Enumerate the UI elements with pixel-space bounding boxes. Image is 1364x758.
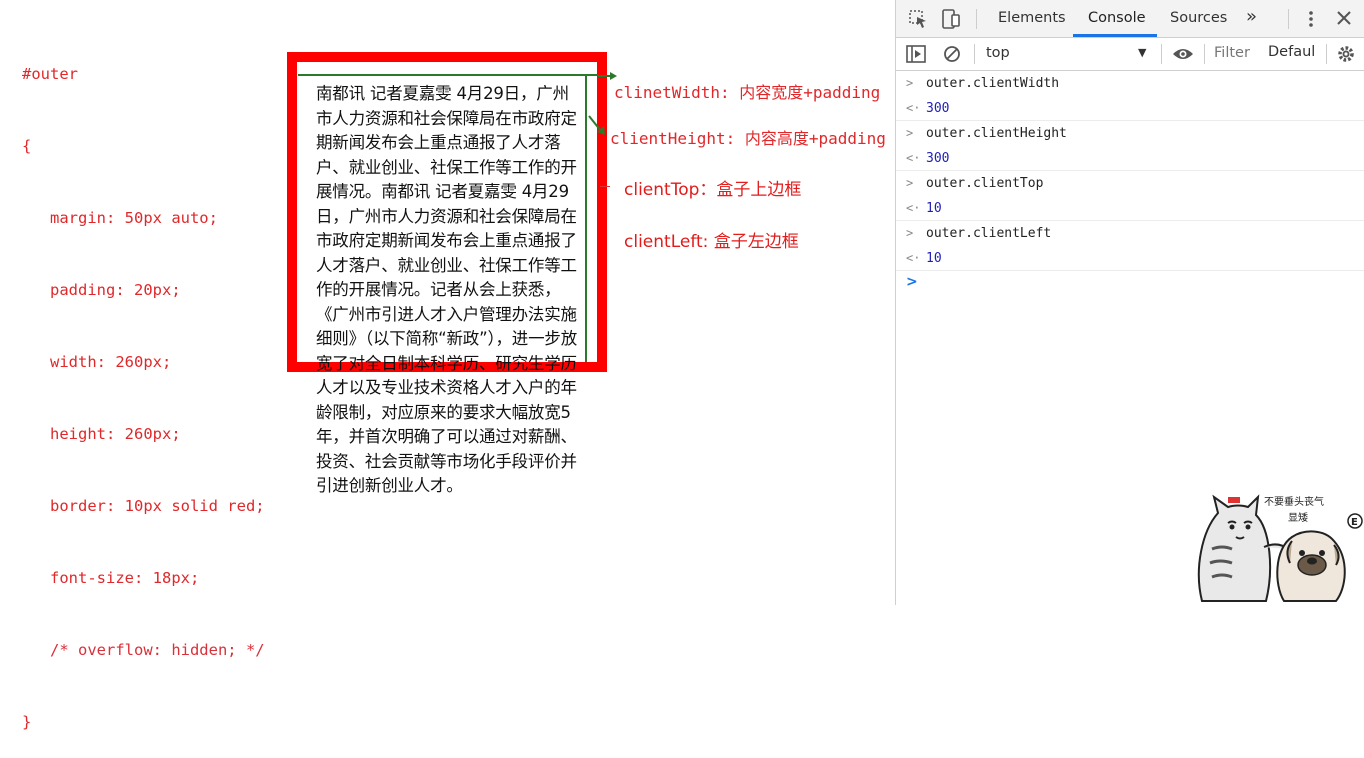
console-input-row: > outer.clientWidth [896, 71, 1364, 96]
toolbar-separator [974, 44, 975, 64]
css-rule-padding: padding: 20px; [50, 281, 181, 299]
tab-elements[interactable]: Elements [998, 10, 1066, 26]
active-tab-indicator [1073, 34, 1157, 37]
context-value: top [986, 45, 1010, 61]
result-arrow-icon: <· [906, 251, 921, 265]
settings-gear-icon[interactable] [1337, 45, 1355, 63]
input-chevron-icon: > [906, 176, 914, 190]
live-expression-eye-icon[interactable] [1172, 46, 1194, 62]
note-client-top: clientTop：盒子上边框 [624, 180, 802, 200]
device-toolbar-icon[interactable] [940, 8, 962, 30]
css-rule-border: border: 10px solid red; [50, 497, 265, 515]
note-client-width: clinetWidth: 内容宽度+padding [614, 83, 881, 102]
close-icon[interactable] [1336, 10, 1352, 26]
note-client-left: clientLeft: 盒子左边框 [624, 232, 799, 252]
note-client-height: clientHeight: 内容高度+padding [610, 129, 886, 148]
console-input-row: > outer.clientLeft [896, 221, 1364, 246]
result-arrow-icon: <· [906, 151, 921, 165]
show-sidebar-icon[interactable] [906, 45, 926, 63]
console-prompt-input[interactable]: > [896, 271, 1364, 296]
console-input-text: outer.clientWidth [926, 76, 1060, 91]
chevron-down-icon: ▼ [1138, 46, 1147, 59]
cat-dog-sticker-image: E 不要垂头丧气 显矮 [1188, 489, 1364, 605]
console-result-row: <· 10 [896, 246, 1364, 271]
css-selector: #outer [22, 65, 78, 83]
console-result-text: 10 [926, 251, 942, 266]
sticker-caption-2: 显矮 [1288, 513, 1308, 524]
client-height-arrow-icon [588, 115, 605, 135]
sticker-caption-1: 不要垂头丧气 [1264, 497, 1324, 508]
context-selector[interactable]: top ▼ [986, 45, 1146, 65]
kebab-menu-icon[interactable] [1304, 9, 1318, 29]
console-result-row: <· 300 [896, 96, 1364, 121]
input-chevron-icon: > [906, 76, 914, 90]
input-chevron-icon: > [906, 126, 914, 140]
client-top-tick [600, 186, 610, 187]
css-close-brace: } [22, 713, 32, 731]
console-input-text: outer.clientTop [926, 176, 1044, 191]
input-chevron-icon: > [906, 226, 914, 240]
console-input-text: outer.clientHeight [926, 126, 1067, 141]
clear-console-icon[interactable] [943, 45, 961, 63]
client-width-guide-line [298, 74, 598, 76]
outer-article-text: 南都讯 记者夏嘉雯 4月29日，广州市人力资源和社会保障局在市政府定期新闻发布会… [316, 84, 577, 495]
prompt-chevron-icon: > [906, 274, 918, 290]
css-rule-height: height: 260px; [50, 425, 181, 443]
console-toolbar: top ▼ Filter Defaul [896, 38, 1364, 71]
client-height-guide-line [585, 74, 587, 362]
svg-text:E: E [1351, 517, 1358, 528]
toolbar-separator [1161, 44, 1162, 64]
console-result-text: 300 [926, 151, 950, 166]
css-rule-font-size: font-size: 18px; [50, 569, 200, 587]
console-input-text: outer.clientLeft [926, 226, 1052, 241]
toolbar-separator [1204, 44, 1205, 64]
css-rule-width: width: 260px; [50, 353, 172, 371]
log-levels-dropdown[interactable]: Defaul [1268, 44, 1315, 60]
inspect-element-icon[interactable] [908, 9, 928, 29]
tab-separator [1288, 9, 1289, 29]
tab-sources[interactable]: Sources [1170, 10, 1227, 26]
tab-console[interactable]: Console [1088, 10, 1146, 26]
devtools-tab-bar: Elements Console Sources » [896, 0, 1364, 38]
console-output: > outer.clientWidth <· 300 > outer.clien… [896, 71, 1364, 296]
css-comment-overflow: /* overflow: hidden; */ [50, 641, 265, 659]
css-code-block: #outer { margin: 50px auto; padding: 20p… [22, 14, 292, 758]
tab-separator [976, 9, 977, 29]
css-open-brace: { [22, 137, 32, 155]
console-input-row: > outer.clientTop [896, 171, 1364, 196]
console-result-row: <· 300 [896, 146, 1364, 171]
console-result-text: 300 [926, 101, 950, 116]
console-result-row: <· 10 [896, 196, 1364, 221]
result-arrow-icon: <· [906, 201, 921, 215]
result-arrow-icon: <· [906, 101, 921, 115]
more-tabs-button[interactable]: » [1246, 6, 1257, 27]
console-result-text: 10 [926, 201, 942, 216]
filter-input[interactable]: Filter [1214, 45, 1250, 61]
css-rule-margin: margin: 50px auto; [50, 209, 218, 227]
console-input-row: > outer.clientHeight [896, 121, 1364, 146]
toolbar-separator [1326, 44, 1327, 64]
